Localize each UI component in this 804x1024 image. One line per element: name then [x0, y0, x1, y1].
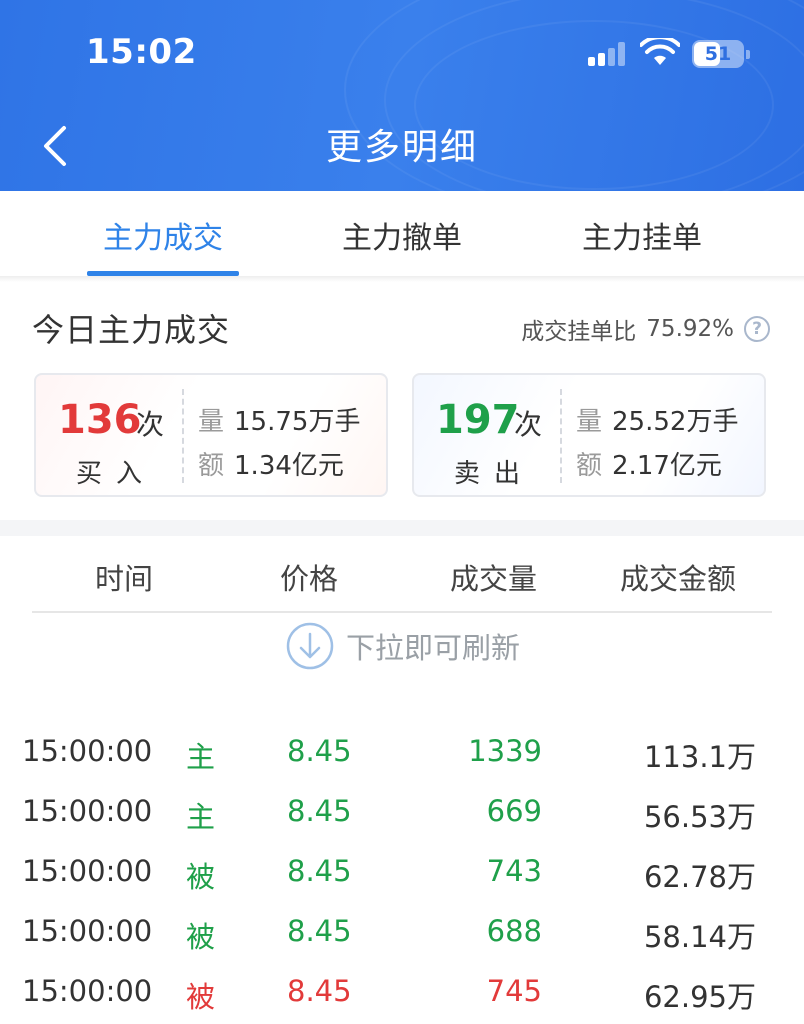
sell-label: 卖出 [454, 459, 535, 489]
wifi-icon [640, 38, 680, 65]
ratio-label: 成交挂单比 [521, 319, 637, 345]
trade-type: 主 [186, 740, 216, 774]
trade-price: 8.45 [287, 974, 352, 1008]
battery-icon: 51 [692, 40, 750, 68]
trade-amount: 62.95万 [643, 980, 756, 1014]
section-divider [0, 520, 804, 536]
trade-type: 被 [186, 860, 216, 894]
sell-volume: 量 25.52万手 [576, 407, 739, 437]
arrow-down-circle-icon [286, 622, 334, 670]
trade-volume: 1339 [468, 734, 542, 768]
trade-time: 15:00:00 [22, 854, 153, 888]
buy-summary-card: 136 次 买入 量 15.75万手 额 1.34亿元 [34, 373, 388, 497]
trade-price: 8.45 [287, 794, 352, 828]
help-icon[interactable]: ? [744, 316, 770, 342]
summary-title: 今日主力成交 [32, 311, 231, 349]
status-time: 15:02 [86, 32, 197, 72]
deal-order-ratio: 成交挂单比 75.92% ? [521, 312, 770, 346]
ratio-value: 75.92% [646, 316, 734, 342]
table-row: 15:00:00 被 8.45 743 62.78万 [0, 854, 804, 914]
table-row: 15:00:00 被 8.45 688 58.14万 [0, 914, 804, 974]
tab-bar: 主力成交 主力撤单 主力挂单 [0, 191, 804, 277]
trade-amount: 56.53万 [643, 800, 756, 834]
table-row: 15:00:00 被 8.45 745 62.95万 [0, 974, 804, 1024]
buy-count: 136 [58, 397, 142, 443]
trade-amount: 58.14万 [643, 920, 756, 954]
trade-amount: 62.78万 [643, 860, 756, 894]
buy-amount: 额 1.34亿元 [198, 451, 344, 481]
refresh-hint: 下拉即可刷新 [346, 631, 521, 665]
trade-volume: 745 [486, 974, 542, 1008]
trade-time: 15:00:00 [22, 734, 153, 768]
tab-main-cancels[interactable]: 主力撤单 [282, 213, 522, 257]
trade-volume: 743 [486, 854, 542, 888]
sell-amount: 额 2.17亿元 [576, 451, 722, 481]
buy-count-unit: 次 [136, 408, 165, 441]
trade-type: 被 [186, 920, 216, 954]
trade-volume: 669 [486, 794, 542, 828]
trade-time: 15:00:00 [22, 794, 153, 828]
page-title: 更多明细 [325, 127, 478, 168]
trade-price: 8.45 [287, 854, 352, 888]
tab-main-orders[interactable]: 主力挂单 [522, 213, 762, 257]
battery-level: 51 [704, 43, 732, 65]
sell-summary-card: 197 次 卖出 量 25.52万手 额 2.17亿元 [412, 373, 766, 497]
trade-type: 主 [186, 800, 216, 834]
pull-to-refresh[interactable]: 下拉即可刷新 [286, 622, 520, 670]
table-header: 时间 价格 成交量 成交金额 [0, 556, 804, 596]
trade-volume: 688 [486, 914, 542, 948]
table-row: 15:00:00 主 8.45 669 56.53万 [0, 794, 804, 854]
trade-amount: 113.1万 [643, 740, 756, 774]
buy-volume: 量 15.75万手 [198, 407, 361, 437]
header-bar: 15:02 51 更多明细 [0, 0, 804, 191]
table-row: 15:00:00 主 8.45 1339 113.1万 [0, 734, 804, 794]
trade-time: 15:00:00 [22, 974, 153, 1008]
column-header-amount: 成交金额 [620, 562, 737, 596]
cellular-signal-icon [588, 42, 630, 66]
column-header-price: 价格 [280, 562, 339, 596]
trade-price: 8.45 [287, 914, 352, 948]
tab-main-deals[interactable]: 主力成交 [43, 213, 283, 257]
buy-label: 买入 [76, 459, 157, 489]
column-header-volume: 成交量 [450, 562, 538, 596]
divider [32, 611, 772, 613]
trade-price: 8.45 [287, 734, 352, 768]
sell-count: 197 [436, 397, 520, 443]
divider [560, 389, 562, 483]
column-header-time: 时间 [95, 562, 154, 596]
sell-count-unit: 次 [514, 408, 543, 441]
trade-time: 15:00:00 [22, 914, 153, 948]
divider [182, 389, 184, 483]
trade-type: 被 [186, 980, 216, 1014]
divider [0, 276, 804, 282]
